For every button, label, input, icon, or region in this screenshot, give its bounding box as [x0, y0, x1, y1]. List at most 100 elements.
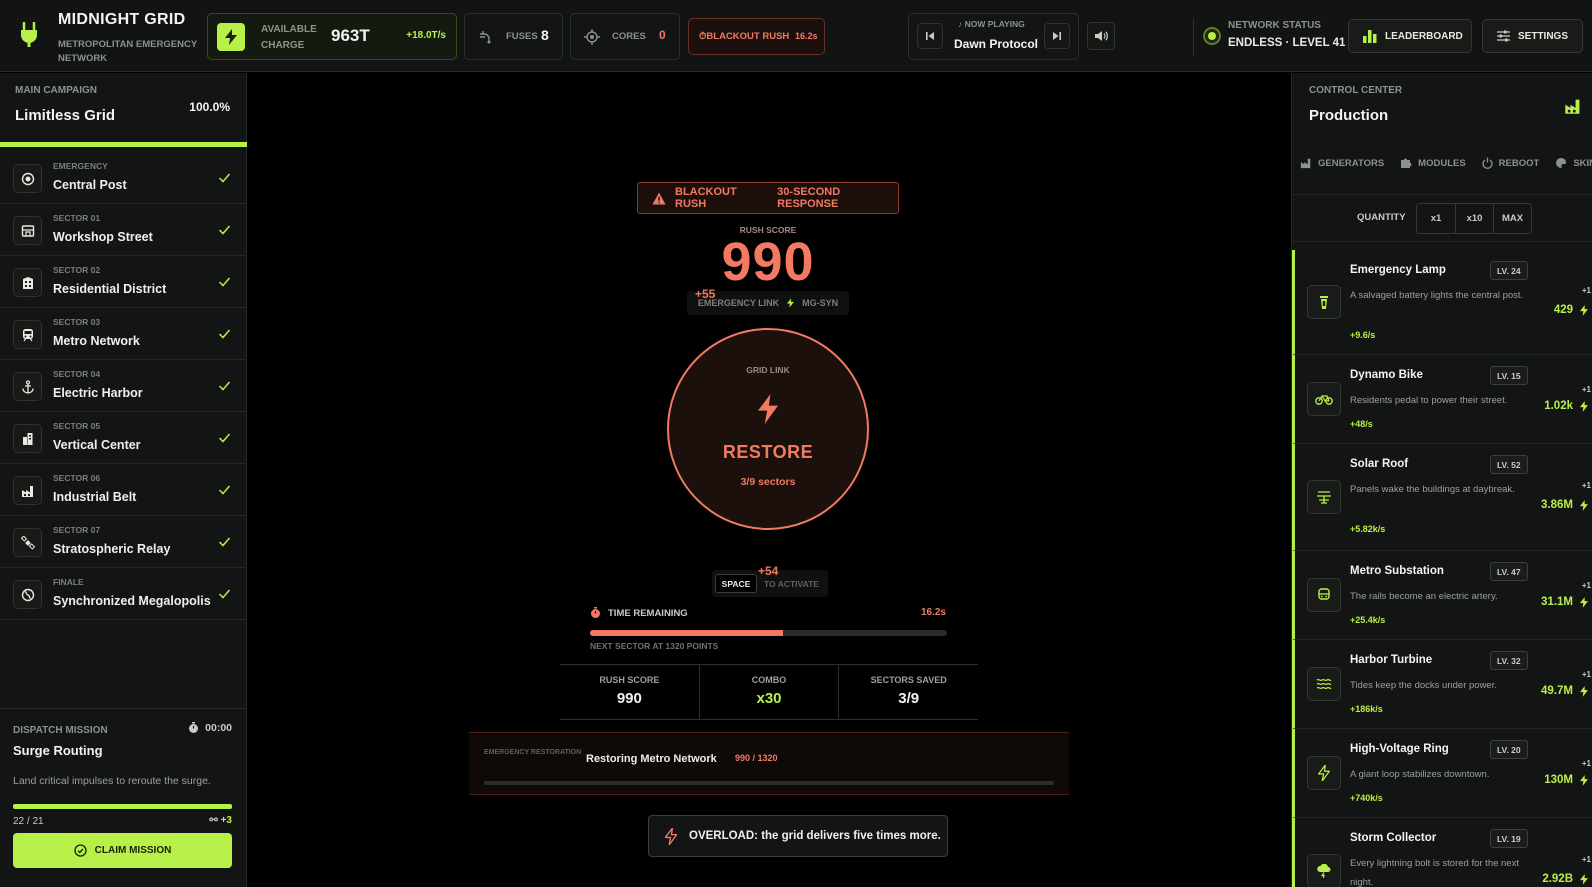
bolt-icon	[758, 394, 778, 424]
sector-item[interactable]: SECTOR 03 Metro Network	[0, 308, 247, 360]
bolt-icon	[217, 23, 245, 51]
sector-tag: SECTOR 03	[53, 317, 101, 327]
sector-tag: SECTOR 07	[53, 525, 101, 535]
generator-level: LV. 32	[1490, 651, 1528, 670]
tab-generators[interactable]: GENERATORS	[1300, 157, 1384, 169]
claim-mission-button[interactable]: CLAIM MISSION	[13, 833, 232, 868]
rush-banner-title: BLACKOUT RUSH	[675, 186, 737, 210]
sector-name: Residential District	[53, 282, 167, 296]
skyscraper-icon	[13, 424, 42, 453]
generator-increment: +1	[1581, 670, 1591, 679]
quantity-max-button[interactable]: MAX	[1493, 204, 1531, 233]
generator-name: Solar Roof	[1350, 458, 1409, 470]
generator-cost: 3.86M	[1541, 499, 1573, 511]
tab-modules[interactable]: MODULES	[1400, 157, 1466, 169]
next-track-button[interactable]	[1044, 23, 1070, 49]
generator-increment: +1	[1581, 385, 1591, 394]
generator-list: Emergency Lamp LV. 24 A salvaged battery…	[1292, 250, 1592, 887]
rush-arena: BLACKOUT RUSH 30-SECOND RESPONSE RUSH SC…	[248, 73, 1290, 887]
generator-item[interactable]: Harbor Turbine LV. 32 Tides keep the doc…	[1292, 640, 1592, 729]
bolt-icon	[1580, 305, 1588, 316]
restore-button[interactable]: GRID LINK RESTORE 3/9 sectors	[667, 328, 869, 530]
tab-skins[interactable]: SKINS	[1555, 157, 1592, 169]
generator-cost: 1.02k	[1544, 400, 1573, 412]
sector-tag: SECTOR 05	[53, 421, 101, 431]
generator-description: Panels wake the buildings at daybreak.	[1350, 484, 1515, 495]
sector-tag: EMERGENCY	[53, 161, 108, 171]
music-note-icon: ♪	[958, 19, 965, 29]
volume-button[interactable]	[1087, 22, 1115, 50]
bolt-icon	[1580, 874, 1588, 885]
rush-time: 16.2s	[795, 31, 818, 41]
generator-name: Dynamo Bike	[1350, 369, 1423, 381]
generator-cost: 31.1M	[1541, 596, 1573, 608]
generator-name: Metro Substation	[1350, 565, 1444, 577]
bar-chart-icon	[1363, 29, 1377, 43]
generator-rate: +5.82k/s	[1350, 524, 1386, 534]
restore-label: RESTORE	[722, 442, 814, 462]
generator-item[interactable]: Dynamo Bike LV. 15 Residents pedal to po…	[1292, 355, 1592, 444]
sector-tag: SECTOR 02	[53, 265, 101, 275]
generator-description: A giant loop stabilizes downtown.	[1350, 769, 1490, 780]
generator-description: Every lightning bolt is stored for the n…	[1350, 858, 1519, 887]
generator-level: LV. 47	[1490, 562, 1528, 581]
rush-indicator[interactable]: ⏱BLACKOUT RUSH 16.2s	[688, 18, 825, 55]
sector-item[interactable]: SECTOR 02 Residential District	[0, 256, 247, 308]
sector-item[interactable]: EMERGENCY Central Post	[0, 152, 247, 204]
generator-increment: +1	[1581, 759, 1591, 768]
rush-label: ⏱BLACKOUT RUSH	[699, 31, 790, 42]
score-popup: +54	[758, 564, 779, 578]
check-icon	[218, 275, 231, 288]
quantity-x1-button[interactable]: x1	[1417, 204, 1455, 233]
divider	[1193, 18, 1194, 56]
generator-description: Residents pedal to power their street.	[1350, 395, 1508, 406]
dispatch-description: Land critical impulses to reroute the su…	[13, 775, 211, 787]
network-status-label: NETWORK STATUS	[1228, 20, 1321, 31]
generator-item[interactable]: Emergency Lamp LV. 24 A salvaged battery…	[1292, 250, 1592, 355]
time-remaining: TIME REMAINING 16.2s	[590, 607, 946, 621]
sector-item[interactable]: SECTOR 04 Electric Harbor	[0, 360, 247, 412]
previous-track-button[interactable]	[917, 23, 943, 49]
stopwatch-icon	[590, 607, 601, 619]
sector-item[interactable]: SECTOR 01 Workshop Street	[0, 204, 247, 256]
campaign-label: MAIN CAMPAIGN	[15, 85, 98, 96]
generator-cost: 2.92B	[1542, 873, 1573, 885]
generator-cost: 429	[1553, 304, 1573, 316]
generator-rate: +25.4k/s	[1350, 615, 1386, 625]
generator-item[interactable]: Solar Roof LV. 52 Panels wake the buildi…	[1292, 444, 1592, 551]
sector-item[interactable]: SECTOR 05 Vertical Center	[0, 412, 247, 464]
bolt-icon	[1580, 500, 1588, 511]
campaign-progress-bar	[0, 142, 247, 147]
check-icon	[218, 327, 231, 340]
network-status-value: ENDLESS · LEVEL 41	[1228, 37, 1346, 49]
generator-name: High-Voltage Ring	[1350, 743, 1449, 755]
generator-item[interactable]: Metro Substation LV. 47 The rails become…	[1292, 551, 1592, 640]
generator-item[interactable]: Storm Collector LV. 19 Every lightning b…	[1292, 818, 1592, 887]
sector-item[interactable]: SECTOR 07 Stratospheric Relay	[0, 516, 247, 568]
storm-cloud-icon	[1307, 854, 1341, 887]
leaderboard-button[interactable]: LEADERBOARD	[1348, 19, 1472, 53]
generator-increment: +1	[1581, 581, 1591, 590]
settings-button[interactable]: SETTINGS	[1482, 19, 1583, 53]
generator-item[interactable]: High-Voltage Ring LV. 20 A giant loop st…	[1292, 729, 1592, 818]
now-playing-title: Dawn Protocol	[954, 37, 1039, 51]
brand-subtitle: METROPOLITAN EMERGENCY NETWORK	[58, 39, 197, 64]
dispatch-reward: ⚯ +3	[209, 815, 232, 826]
sector-tag: SECTOR 04	[53, 369, 101, 379]
dispatch-progress-bar	[13, 804, 232, 809]
sliders-icon	[1497, 30, 1510, 42]
quantity-x10-button[interactable]: x10	[1455, 204, 1493, 233]
cores-display: CORES 0	[570, 13, 680, 60]
chip-icon	[584, 29, 600, 45]
sector-name: Stratospheric Relay	[53, 542, 171, 556]
sector-tag: SECTOR 01	[53, 213, 101, 223]
cores-label: CORES	[612, 31, 646, 42]
tab-reboot[interactable]: REBOOT	[1482, 157, 1539, 169]
sector-item[interactable]: FINALE Synchronized Megalopolis	[0, 568, 247, 620]
sector-item[interactable]: SECTOR 06 Industrial Belt	[0, 464, 247, 516]
control-title: Production	[1309, 107, 1389, 124]
generator-name: Emergency Lamp	[1350, 264, 1446, 276]
charge-rate: +18.0T/s	[406, 30, 446, 41]
generator-cost: 130M	[1544, 774, 1573, 786]
campaign-progress-text: 100.0%	[189, 100, 230, 114]
